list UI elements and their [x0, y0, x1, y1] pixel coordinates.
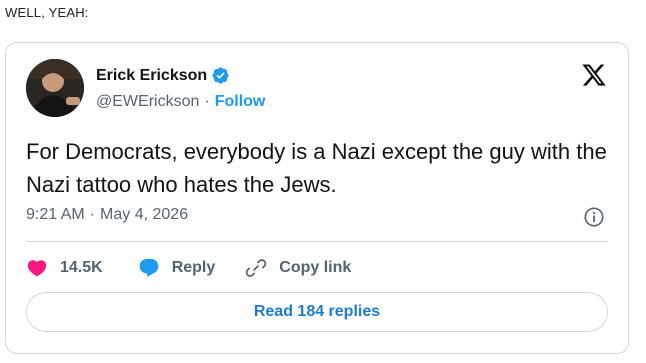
reply-button[interactable]: Reply — [138, 257, 216, 279]
author-name-row: Erick Erickson — [96, 66, 230, 85]
tweet-time[interactable]: 9:21 AM — [26, 206, 85, 224]
like-count: 14.5K — [60, 259, 103, 276]
speech-bubble-icon — [139, 258, 159, 277]
divider — [26, 241, 608, 242]
separator-dot: · — [204, 93, 210, 110]
author-handle-row: @EWErickson · Follow — [96, 93, 265, 111]
info-icon[interactable] — [583, 206, 605, 228]
author-avatar[interactable] — [26, 59, 84, 117]
tweet-actions: 14.5K Reply Copy link — [26, 255, 351, 281]
author-name[interactable]: Erick Erickson — [96, 67, 207, 85]
copy-link-label: Copy link — [279, 259, 352, 276]
link-icon — [246, 259, 267, 277]
tweet-date[interactable]: May 4, 2026 — [100, 206, 188, 224]
author-handle[interactable]: @EWErickson — [96, 93, 199, 111]
like-button[interactable]: 14.5K — [26, 257, 103, 279]
separator-dot: · — [89, 206, 96, 223]
post-caption: WELL, YEAH: — [5, 5, 89, 20]
reply-label: Reply — [171, 259, 216, 276]
embedded-tweet-card[interactable]: Erick Erickson @EWErickson · Follow For … — [5, 42, 629, 354]
tweet-text: For Democrats, everybody is a Nazi excep… — [26, 139, 607, 197]
verified-badge-icon — [211, 66, 230, 85]
follow-button[interactable]: Follow — [215, 93, 266, 111]
heart-icon — [27, 260, 47, 277]
x-logo-icon[interactable] — [581, 62, 607, 88]
read-replies-button[interactable]: Read 184 replies — [26, 292, 608, 332]
tweet-timestamp[interactable]: 9:21 AM · May 4, 2026 — [26, 206, 188, 224]
copy-link-button[interactable]: Copy link — [245, 257, 351, 279]
